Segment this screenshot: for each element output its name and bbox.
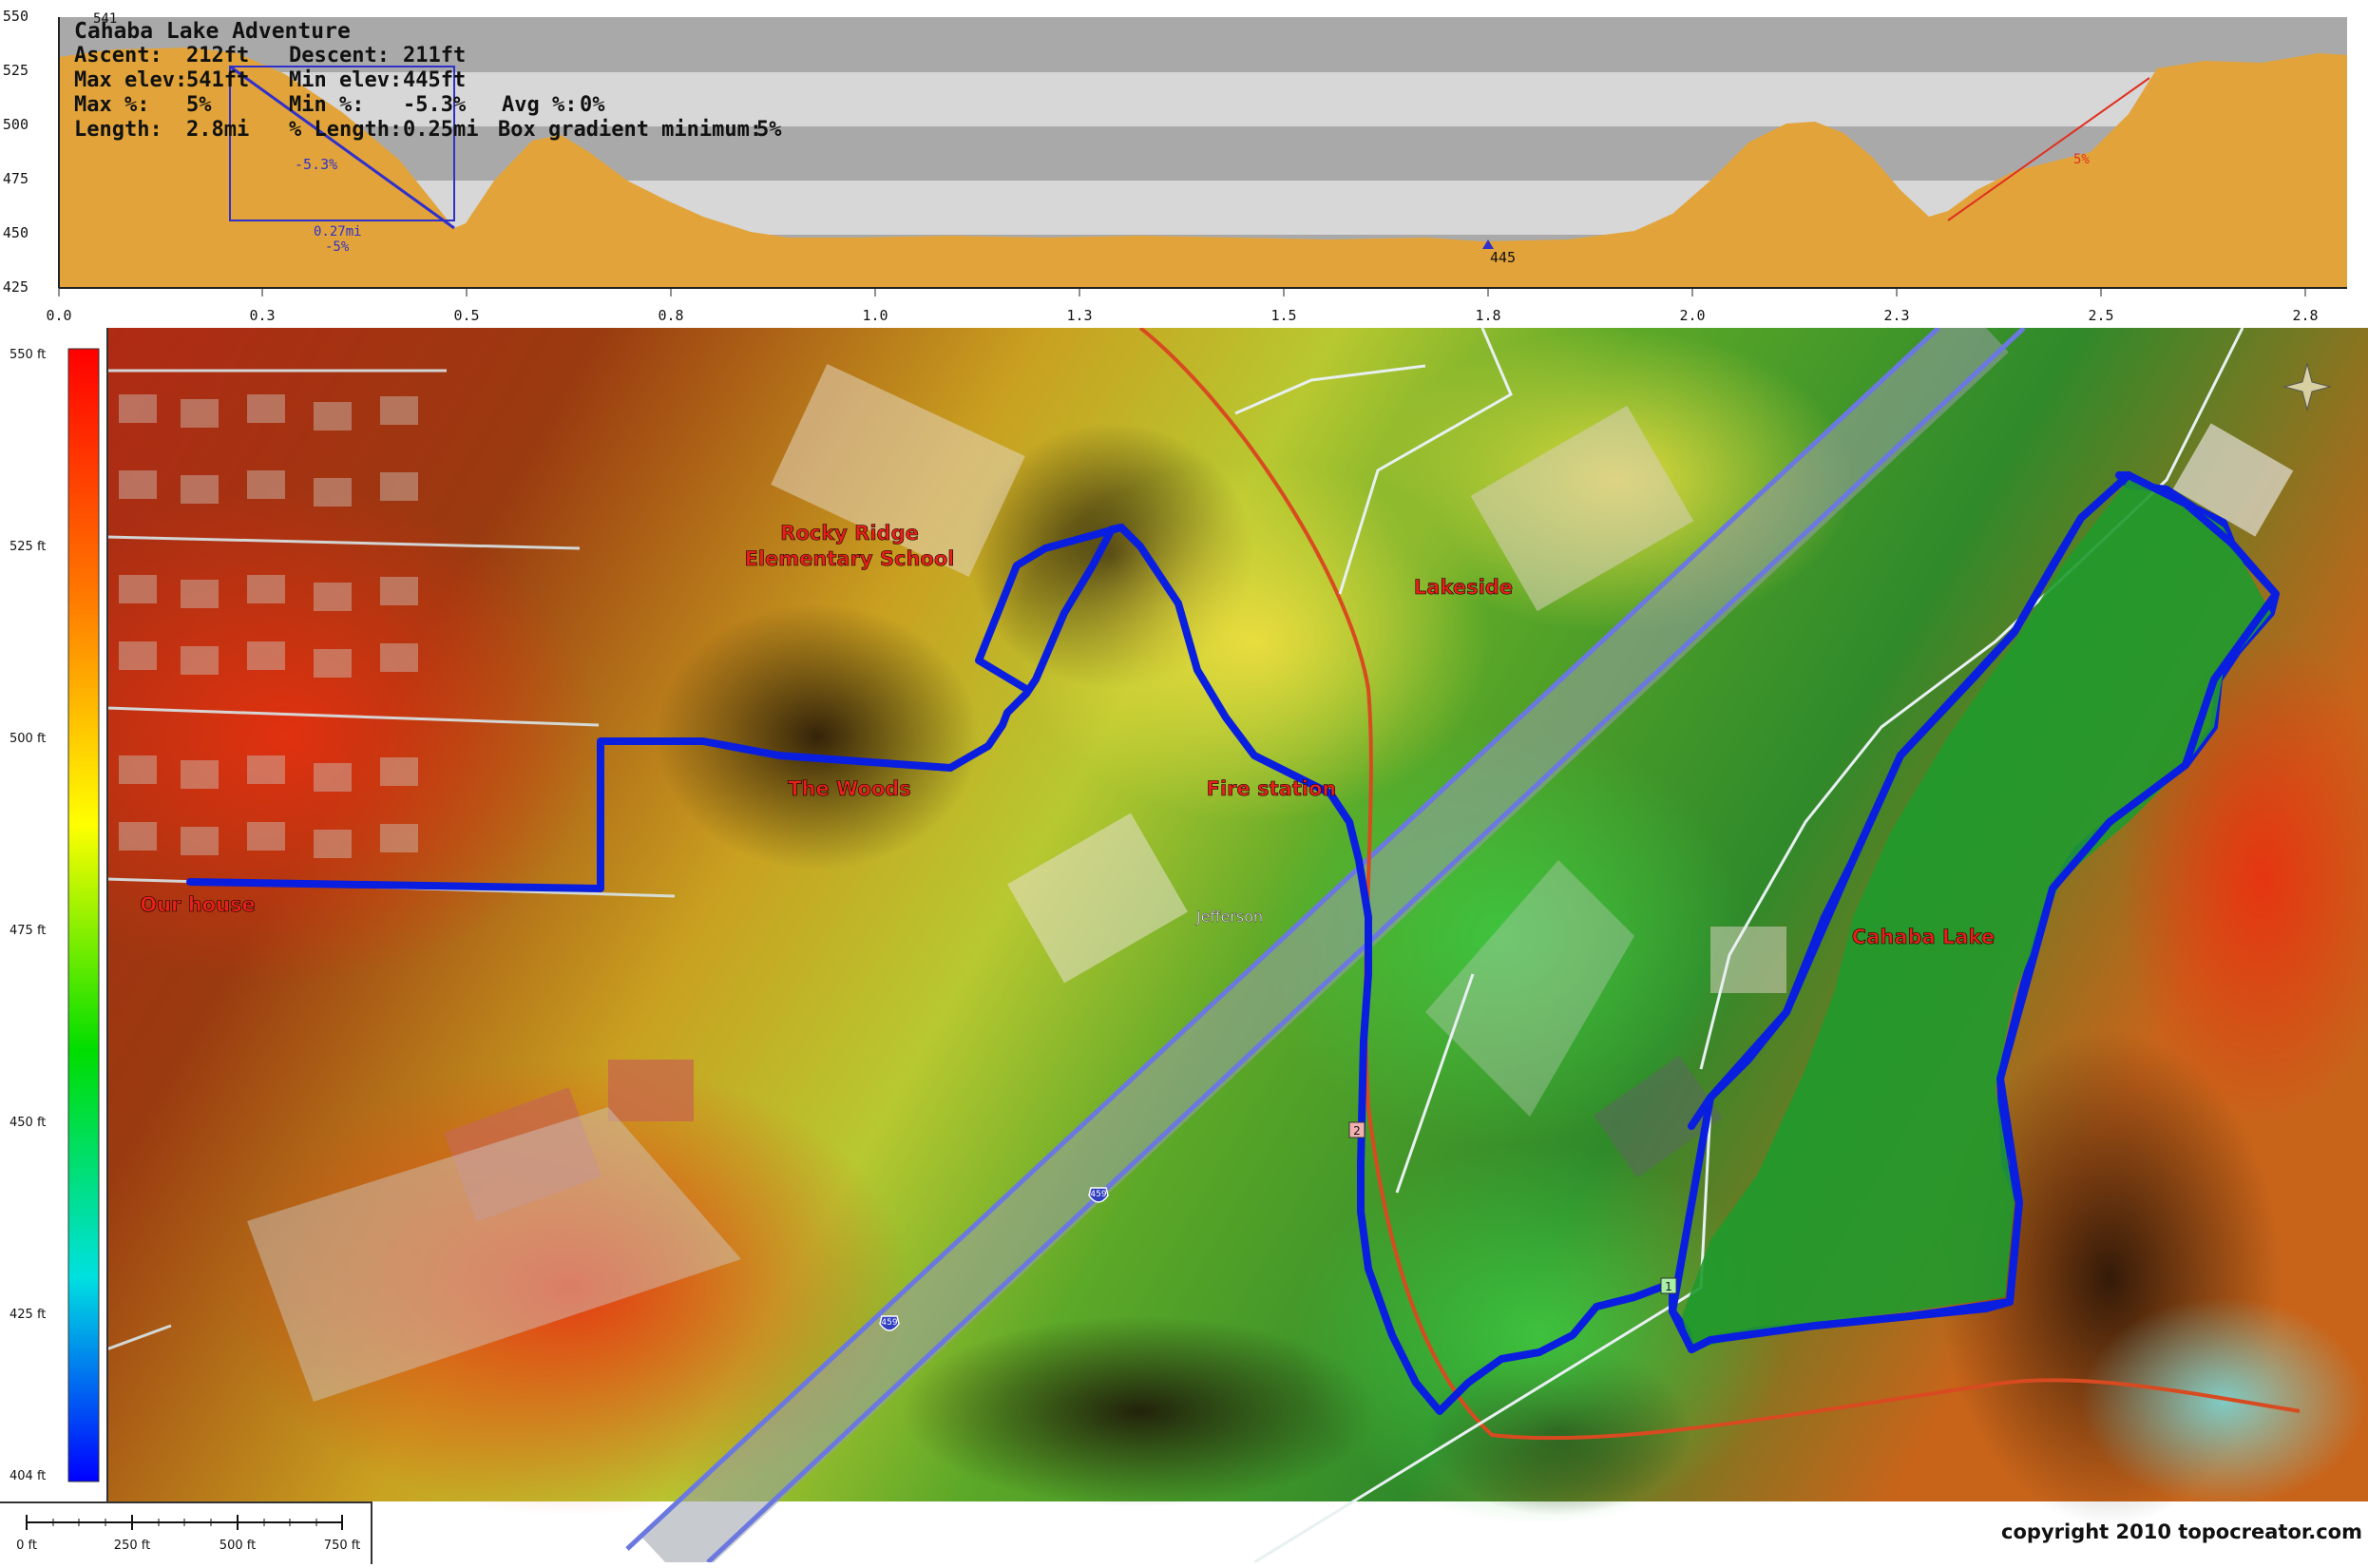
stat-value: 212ft xyxy=(186,44,250,67)
x-tick: 0.0 xyxy=(46,307,71,324)
legend-tick: 425 ft xyxy=(10,1308,46,1322)
label-school-line1: Rocky Ridge xyxy=(780,522,919,545)
stat-key: Max elev: xyxy=(74,68,188,92)
stat-value: -5.3% xyxy=(403,93,467,117)
scale-tick: 500 ft xyxy=(220,1539,256,1553)
x-tick: 2.0 xyxy=(1679,307,1705,324)
x-tick: 0.3 xyxy=(249,307,275,324)
legend-tick: 525 ft xyxy=(10,540,46,554)
label-fire-station: Fire station xyxy=(1207,777,1337,800)
box-grade-label: -5.3% xyxy=(295,156,337,173)
climb-grade-label: 5% xyxy=(2073,152,2090,167)
stat-value: 445ft xyxy=(403,68,467,92)
stat-value: 5% xyxy=(186,93,212,117)
legend-tick: 404 ft xyxy=(10,1469,46,1483)
label-school-line2: Elementary School xyxy=(744,547,954,570)
x-tick: 1.0 xyxy=(862,307,888,324)
legend-tick: 500 ft xyxy=(10,732,46,746)
y-tick: 425 xyxy=(3,278,29,296)
min-marker: 445 xyxy=(1490,249,1516,266)
svg-text:2: 2 xyxy=(1353,1124,1361,1138)
route-marker-2: 2 xyxy=(1348,1121,1365,1138)
y-tick: 450 xyxy=(3,224,29,241)
route-marker-1: 1 xyxy=(1660,1277,1677,1294)
stat-key: Length: xyxy=(74,118,162,142)
svg-text:459: 459 xyxy=(1090,1190,1106,1199)
x-tick: 0.8 xyxy=(658,307,683,324)
x-tick: 0.5 xyxy=(453,307,479,324)
scale-tick: 0 ft xyxy=(16,1539,37,1553)
scale-tick: 250 ft xyxy=(114,1539,150,1553)
label-cahaba-lake: Cahaba Lake xyxy=(1852,926,1995,948)
stat-key: Min %: xyxy=(289,93,365,117)
stat-key: Box gradient minimum: xyxy=(498,118,763,142)
x-tick: 2.3 xyxy=(1883,307,1909,324)
y-tick: 500 xyxy=(3,116,29,133)
legend-tick: 450 ft xyxy=(10,1116,46,1130)
copyright-notice: copyright 2010 topocreator.com xyxy=(2001,1520,2362,1543)
scale-bar: 0 ft 250 ft 500 ft 750 ft xyxy=(0,1501,372,1564)
stat-value: 541ft xyxy=(186,68,250,92)
x-tick: 1.3 xyxy=(1066,307,1092,324)
stat-value: 5% xyxy=(756,118,782,142)
x-tick: 1.8 xyxy=(1475,307,1500,324)
route-title: Cahaba Lake Adventure xyxy=(74,19,351,44)
stat-value: 0% xyxy=(580,93,605,117)
x-tick: 1.5 xyxy=(1270,307,1296,324)
svg-text:1: 1 xyxy=(1665,1280,1672,1293)
label-woods: The Woods xyxy=(788,777,911,800)
box-length-label: 0.27mi xyxy=(314,224,362,239)
stat-value: 0.25mi xyxy=(403,118,479,142)
stat-value: 2.8mi xyxy=(186,118,250,142)
scale-tick: 750 ft xyxy=(324,1539,360,1553)
legend-tick: 475 ft xyxy=(10,924,46,938)
label-lakeside: Lakeside xyxy=(1414,576,1513,599)
label-our-house: Our house xyxy=(140,893,256,916)
y-tick: 475 xyxy=(3,170,29,187)
stat-key: Max %: xyxy=(74,93,150,117)
elevation-legend: 550 ft 525 ft 500 ft 475 ft 450 ft 425 f… xyxy=(0,328,108,1501)
legend-tick: 550 ft xyxy=(10,348,46,362)
stat-key: % Length: xyxy=(289,118,403,142)
label-jefferson: Jefferson xyxy=(1195,908,1263,926)
y-tick: 525 xyxy=(3,62,29,79)
stat-value: 211ft xyxy=(403,44,467,67)
svg-text:459: 459 xyxy=(881,1318,897,1328)
x-tick: 2.8 xyxy=(2292,307,2318,324)
stat-key: Min elev: xyxy=(289,68,403,92)
stat-key: Avg %: xyxy=(502,93,578,117)
stat-key: Descent: xyxy=(289,44,390,67)
y-tick: 550 xyxy=(3,8,29,25)
box-pct-label: -5% xyxy=(325,239,350,255)
x-tick: 2.5 xyxy=(2088,307,2113,324)
route-stats: Cahaba Lake Adventure Ascent: 212ft Descen… xyxy=(74,19,782,143)
route-map[interactable]: 459 459 2 1 Rocky Ridge Elementary Schoo… xyxy=(0,328,2368,1562)
stat-key: Ascent: xyxy=(74,44,162,67)
